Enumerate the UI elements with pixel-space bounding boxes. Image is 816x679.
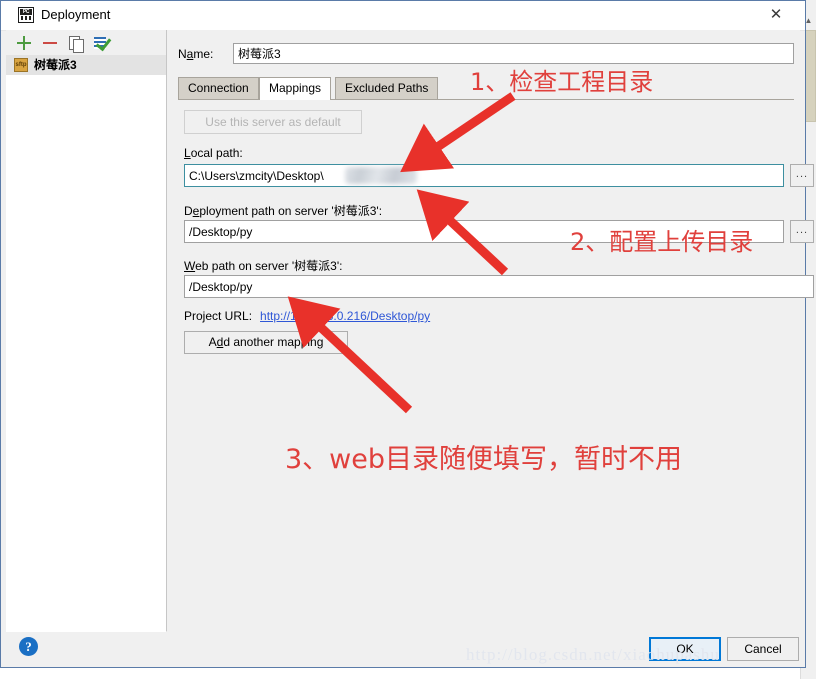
tab-excluded-paths[interactable]: Excluded Paths bbox=[335, 77, 439, 99]
server-settings-panel: Name: Connection Mappings Excluded Paths… bbox=[167, 30, 814, 632]
server-list-panel: sftp 树莓派3 bbox=[6, 30, 167, 632]
deployment-path-label: Deployment path on server '树莓派3': bbox=[184, 204, 383, 218]
deployment-path-input[interactable] bbox=[184, 220, 784, 243]
web-path-label: Web path on server '树莓派3': bbox=[184, 259, 343, 273]
sidebar-item-shumeipai3[interactable]: sftp 树莓派3 bbox=[6, 55, 166, 75]
web-path-input[interactable] bbox=[184, 275, 814, 298]
plus-icon[interactable] bbox=[14, 33, 34, 53]
local-path-field-wrap bbox=[184, 164, 784, 187]
mappings-tab-body: Use this server as default Local path: .… bbox=[178, 99, 814, 626]
server-list-toolbar bbox=[6, 30, 166, 55]
pycharm-icon: PC bbox=[18, 7, 34, 23]
deployment-dialog: PC Deployment ✕ sftp 树莓派3 Name: 树莓派3 Con… bbox=[0, 0, 814, 668]
deployment-path-browse-button[interactable]: ... bbox=[790, 220, 814, 243]
name-input[interactable] bbox=[233, 43, 794, 64]
dialog-title: Deployment bbox=[41, 7, 111, 22]
local-path-label: Local path: bbox=[184, 146, 243, 160]
close-icon[interactable]: ✕ bbox=[755, 1, 797, 29]
add-another-mapping-button[interactable]: Add another mapping bbox=[184, 331, 348, 354]
use-this-server-as-default-button[interactable]: Use this server as default bbox=[184, 110, 362, 134]
name-label: Name: bbox=[178, 47, 214, 61]
tab-mappings[interactable]: Mappings bbox=[259, 77, 332, 100]
settings-tabs: Connection Mappings Excluded Paths bbox=[178, 77, 794, 100]
copy-icon[interactable] bbox=[66, 33, 86, 53]
sidebar-item-label: 树莓派3 bbox=[34, 58, 77, 72]
ok-button[interactable]: OK bbox=[649, 637, 721, 661]
project-url-link[interactable]: http://192.168.0.216/Desktop/py bbox=[260, 309, 430, 323]
help-icon[interactable]: ? bbox=[19, 637, 38, 656]
green-check-icon[interactable] bbox=[92, 33, 112, 53]
project-url-label: Project URL: bbox=[184, 309, 253, 323]
name-row: Name: bbox=[178, 43, 794, 65]
web-server-name: 树莓派3 bbox=[294, 259, 337, 273]
sftp-icon: sftp bbox=[14, 58, 28, 72]
dialog-titlebar: PC Deployment ✕ bbox=[1, 1, 805, 31]
server-tree: sftp 树莓派3 bbox=[6, 55, 166, 631]
local-path-input[interactable] bbox=[184, 164, 784, 187]
tab-connection[interactable]: Connection bbox=[178, 77, 259, 99]
project-url-row: Project URL: http://192.168.0.216/Desktop… bbox=[184, 309, 430, 323]
dialog-footer: ? OK Cancel bbox=[1, 632, 805, 667]
deployment-server-name: 树莓派3 bbox=[333, 204, 377, 218]
local-path-browse-button[interactable]: ... bbox=[790, 164, 814, 187]
screenshot-root: ▲ PC Deployment ✕ sftp 树莓派3 Name: 树莓派3 C… bbox=[0, 0, 816, 679]
cancel-button[interactable]: Cancel bbox=[727, 637, 799, 661]
minus-icon[interactable] bbox=[40, 33, 60, 53]
